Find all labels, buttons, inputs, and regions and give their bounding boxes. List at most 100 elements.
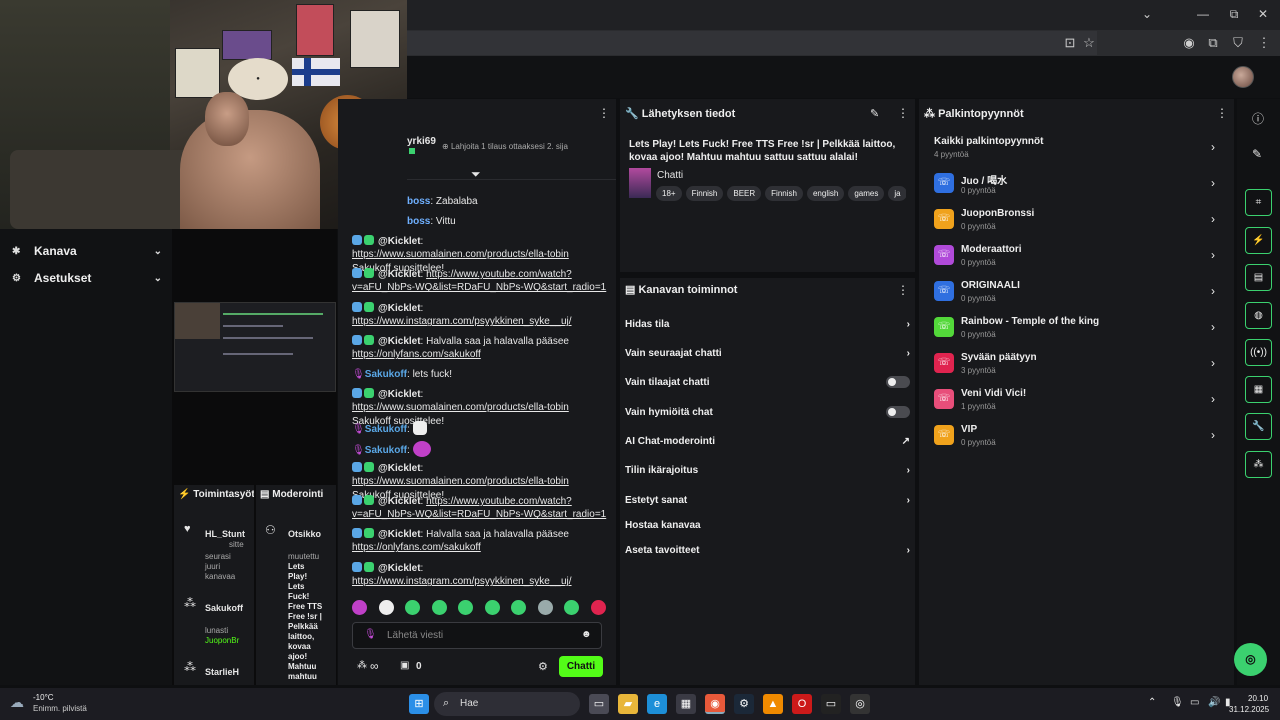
bot-badge-icon [352,335,378,348]
gift-box-icon[interactable]: ▣ [400,660,409,671]
action-age-restriction[interactable]: Tilin ikärajoitus › [625,461,910,479]
notes-icon[interactable]: ▤ [1245,264,1272,291]
chat-settings-icon[interactable]: ⚙ [538,660,548,673]
minimize-button[interactable]: — [1196,7,1210,21]
focus-icon[interactable]: ⌗ [1245,189,1272,216]
network-icon[interactable]: ▭ [1190,697,1199,708]
edge-icon[interactable]: e [647,694,667,714]
emotes-only-toggle[interactable] [886,406,910,418]
store-icon[interactable]: ▦ [676,694,696,714]
kick-logo-icon[interactable]: ⁂ [1245,451,1272,478]
emote-icon[interactable] [405,600,421,615]
chat-send-button[interactable]: Chatti [559,656,603,677]
terminal-icon[interactable]: ▭ [821,694,841,714]
emote-icon[interactable] [352,600,367,615]
action-slow-mode[interactable]: Hidas tila › [625,315,910,333]
chat-link[interactable]: https://onlyfans.com/sakukoff [352,349,481,360]
emote-icon[interactable] [431,600,447,615]
bookmark-star-icon[interactable]: ☆ [1081,35,1097,51]
chat-menu-dots-icon[interactable]: ⋮ [598,106,610,120]
chat-link[interactable]: https://www.instagram.com/psyykkinen_syk… [352,316,572,327]
wrench-icon[interactable]: 🔧 [1245,413,1272,440]
obs-icon[interactable]: ◎ [850,694,870,714]
chat-input[interactable]: Lähetä viesti [352,622,602,649]
chat-link[interactable]: https://www.instagram.com/psyykkinen_syk… [352,576,572,587]
emote-icon[interactable] [484,600,500,615]
windows-start-icon[interactable]: ⊞ [409,694,429,714]
steam-icon[interactable]: ⚙ [734,694,754,714]
microphone-tray-icon[interactable]: 🎙 [1171,697,1184,708]
emote-icon[interactable] [564,600,580,615]
action-followers-only[interactable]: Vain seuraajat chatti › [625,344,910,362]
menu-dots-icon[interactable]: ⋮ [1216,106,1228,120]
chat-link[interactable]: https://www.suomalainen.com/products/ell… [352,476,569,487]
emote-icon[interactable] [378,600,394,615]
emote-icon[interactable] [511,600,527,615]
maximize-button[interactable]: ⧉ [1227,7,1241,22]
bot-badge-icon [352,462,378,475]
vlc-icon[interactable]: ▲ [763,694,783,714]
emoji-picker-icon[interactable]: ☻ [581,629,592,640]
profile-icon[interactable]: ◉ [1181,35,1197,51]
menu-dots-icon[interactable]: ⋮ [897,283,909,297]
menu-dots-icon[interactable]: ⋮ [1256,35,1272,51]
emote-icon[interactable] [537,600,553,615]
action-set-goals[interactable]: Aseta tavoitteet › [625,541,910,559]
avatar[interactable] [1232,66,1254,88]
kick-logo-icon[interactable]: ⁂ [357,660,367,671]
menu-dots-icon[interactable]: ⋮ [897,106,909,120]
reward-item[interactable]: ☏ VIP 0 pyyntöä › [934,422,1219,452]
chat-bubble-icon[interactable]: ◍ [1245,302,1272,329]
action-subscribers-only: Vain tilaajat chatti [625,373,910,391]
stream-thumbnail[interactable] [174,302,336,392]
search-icon: ⌕ [443,697,450,709]
action-blocked-words[interactable]: Estetyt sanat › [625,491,910,509]
edit-icon[interactable]: ✎ [870,107,879,120]
gift-prompt: Lahjoita 1 tilaus ottaaksesi 2. sija [450,142,568,151]
sidebar-item-asetukset[interactable]: ⚙ Asetukset ⌄ [12,267,162,289]
bot-badge-icon [352,235,378,248]
layout-icon[interactable]: ▦ [1245,376,1272,403]
address-bar[interactable] [407,31,1097,55]
reward-item[interactable]: ☏ Juo / 喝水 0 pyyntöä › [934,170,1219,200]
chat-link[interactable]: https://www.suomalainen.com/products/ell… [352,249,569,260]
taskbar-search[interactable]: Hae [434,692,580,716]
action-ai-moderation[interactable]: AI Chat-moderointi ↗ [625,432,910,450]
file-explorer-icon[interactable]: ▰ [618,694,638,714]
bot-badge-icon [352,268,378,281]
extensions-icon[interactable]: ⧉ [1205,35,1221,51]
weather-cloud-icon[interactable]: ☁ [10,694,24,711]
task-view-icon[interactable]: ▭ [589,694,609,714]
close-window-button[interactable]: ✕ [1256,7,1270,21]
chevron-right-icon: › [1211,176,1215,190]
tab-list-button[interactable]: ⌄ [1140,7,1154,21]
chat-message: @Kicklet: https://www.youtube.com/watch?… [352,495,607,521]
reward-item[interactable]: ☏ Syvään päätyyn 3 pyyntöä › [934,350,1219,380]
emote-icon[interactable] [590,600,606,615]
reward-item[interactable]: ☏ ORIGINAALI 0 pyyntöä › [934,278,1219,308]
reward-all[interactable]: Kaikki palkintopyynnöt 4 pyyntöä › [934,134,1219,164]
reward-item[interactable]: ☏ Veni Vidi Vici! 1 pyyntöä › [934,386,1219,416]
chat-link[interactable]: https://www.suomalainen.com/products/ell… [352,402,569,413]
subscribers-only-toggle[interactable] [886,376,910,388]
firefox-icon[interactable]: ◉ [705,694,725,714]
support-chat-icon[interactable]: ◎ [1234,643,1267,676]
emote-icon[interactable] [458,600,474,615]
info-icon[interactable]: ⓘ [1252,110,1264,127]
broadcast-icon[interactable]: ((•)) [1245,339,1272,366]
chat-link[interactable]: https://onlyfans.com/sakukoff [352,542,481,553]
reward-item[interactable]: ☏ JuoponBronssi 0 pyyntöä › [934,206,1219,236]
stream-title: Lets Play! Lets Fuck! Free TTS Free !sr … [629,139,896,163]
shield-icon[interactable]: ⛉ [1230,35,1246,51]
pencil-icon[interactable]: ✎ [1252,147,1262,161]
tray-chevron-icon[interactable]: ⌃ [1148,697,1156,708]
bot-badge-icon [352,528,378,541]
sidebar-item-kanava[interactable]: ✱ Kanava ⌄ [12,240,162,262]
lightning-icon[interactable]: ⚡ [1245,227,1272,254]
reward-item[interactable]: ☏ Rainbow - Temple of the king 0 pyyntöä › [934,314,1219,344]
action-host-channel[interactable]: Hostaa kanavaa [625,516,910,534]
install-app-icon[interactable]: ⊡ [1062,35,1078,51]
opera-icon[interactable]: O [792,694,812,714]
reward-item[interactable]: ☏ Moderaattori 0 pyyntöä › [934,242,1219,272]
volume-icon[interactable]: 🔊 [1208,697,1220,708]
